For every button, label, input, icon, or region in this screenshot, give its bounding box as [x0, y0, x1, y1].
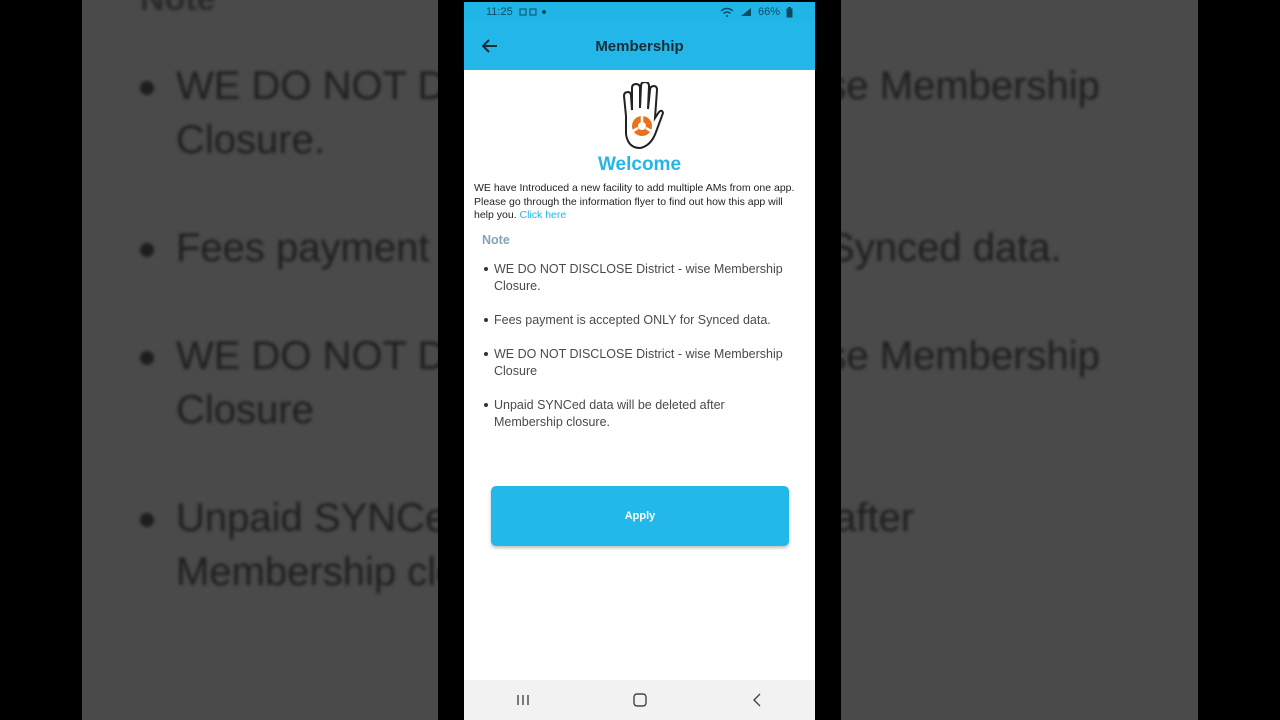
note-list: WE DO NOT DISCLOSE District - wise Membe… [464, 261, 815, 431]
recents-button[interactable] [503, 685, 543, 715]
note-item: Unpaid SYNCed data will be deleted after… [484, 397, 791, 431]
hand-logo-icon [622, 82, 664, 150]
welcome-heading: Welcome [597, 154, 682, 175]
battery-icon [786, 6, 793, 17]
note-item: Fees payment is accepted ONLY for Synced… [484, 312, 791, 329]
apply-button[interactable]: Apply [491, 486, 789, 546]
recents-icon [516, 695, 529, 705]
note-item: WE DO NOT DISCLOSE District - wise Membe… [484, 261, 791, 295]
intro-paragraph: WE have Introduced a new facility to add… [464, 182, 815, 223]
page-title: Membership [595, 37, 684, 55]
wifi-icon [720, 7, 734, 17]
phone-screen: 11:25 66% Membership Welcome WE have Int… [464, 2, 815, 720]
notification-icons [519, 8, 546, 16]
note-heading: Note [482, 232, 510, 247]
status-time: 11:25 [486, 6, 513, 18]
status-bar: 11:25 66% [464, 2, 815, 22]
battery-percentage: 66% [757, 6, 780, 18]
back-button[interactable] [478, 34, 502, 58]
phone-frame: 11:25 66% Membership Welcome WE have Int… [438, 0, 841, 720]
note-item: WE DO NOT DISCLOSE District - wise Membe… [484, 346, 791, 380]
back-nav-button[interactable] [737, 685, 777, 715]
back-nav-icon [752, 693, 760, 707]
back-arrow-icon [482, 39, 497, 53]
home-button[interactable] [620, 685, 660, 715]
party-logo [464, 82, 815, 152]
click-here-link[interactable]: Click here [520, 209, 567, 221]
app-bar: Membership [464, 22, 815, 70]
signal-icon [740, 8, 751, 16]
navigation-bar [464, 680, 815, 720]
home-icon [632, 693, 647, 707]
